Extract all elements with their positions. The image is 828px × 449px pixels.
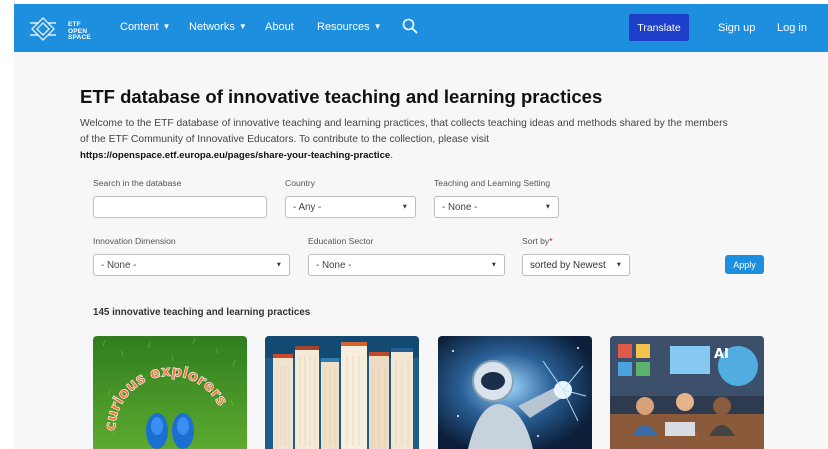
nav-networks[interactable]: Networks ▼ — [189, 21, 247, 33]
etf-open-space-logo[interactable]: ETF OPEN SPACE — [28, 13, 91, 45]
innovation-selected-value: - None - — [101, 259, 137, 271]
nav-about-label: About — [265, 21, 294, 33]
sector-selected-value: - None - — [316, 259, 352, 271]
logo-text: ETF OPEN SPACE — [68, 21, 91, 42]
share-practice-link[interactable]: https://openspace.etf.europa.eu/pages/sh… — [80, 150, 390, 161]
logo-line-space: SPACE — [68, 34, 91, 41]
astronaut-robot-image — [438, 336, 592, 449]
sort-label: Sort by* — [522, 236, 553, 246]
caret-down-icon: ▼ — [238, 22, 247, 31]
innovation-label: Innovation Dimension — [93, 236, 176, 246]
setting-selected-value: - None - — [442, 201, 478, 213]
sector-select[interactable]: - None - ▼ — [308, 254, 505, 276]
translate-button[interactable]: Translate — [629, 14, 689, 41]
left-edge — [0, 0, 15, 449]
page: ETF OPEN SPACE Content ▼ Networks ▼ About … — [0, 0, 828, 449]
search-input[interactable] — [93, 196, 267, 218]
results-count: 145 innovative teaching and learning pra… — [93, 307, 311, 318]
sort-label-text: Sort by — [522, 236, 550, 246]
sector-label: Education Sector — [308, 236, 374, 246]
nav-resources-label: Resources — [317, 21, 370, 33]
country-selected-value: - Any - — [293, 201, 322, 213]
sort-selected-value: sorted by Newest — [530, 259, 606, 271]
country-select[interactable]: - Any - ▼ — [285, 196, 416, 218]
books-image — [265, 336, 419, 449]
top-navigation: ETF OPEN SPACE Content ▼ Networks ▼ About … — [14, 4, 828, 52]
chevron-down-icon: ▼ — [490, 261, 497, 269]
intro-paragraph: Welcome to the ETF database of innovativ… — [80, 116, 732, 164]
country-label: Country — [285, 178, 316, 188]
caret-down-icon: ▼ — [373, 22, 382, 31]
nav-content-label: Content — [120, 21, 159, 33]
signup-link[interactable]: Sign up — [718, 22, 755, 34]
card-image-text: AI — [714, 347, 729, 362]
logo-mark-icon — [30, 17, 56, 41]
search-icon[interactable] — [402, 18, 418, 34]
intro-text: Welcome to the ETF database of innovativ… — [80, 118, 728, 145]
chevron-down-icon: ▼ — [275, 261, 282, 269]
practice-card-astronaut[interactable] — [438, 336, 592, 449]
required-marker: * — [549, 236, 553, 246]
nav-networks-label: Networks — [189, 21, 235, 33]
practice-card-ai[interactable]: AI — [610, 336, 764, 449]
intro-period: . — [390, 150, 394, 161]
nav-content[interactable]: Content ▼ — [120, 21, 170, 33]
practice-card-books[interactable] — [265, 336, 419, 449]
curious-explorers-image: curious explorers — [93, 336, 247, 449]
innovation-select[interactable]: - None - ▼ — [93, 254, 290, 276]
setting-select[interactable]: - None - ▼ — [434, 196, 559, 218]
page-title: ETF database of innovative teaching and … — [80, 86, 603, 107]
ai-classroom-image: AI — [610, 336, 764, 449]
chevron-down-icon: ▼ — [544, 203, 551, 211]
setting-label: Teaching and Learning Setting — [434, 178, 551, 188]
sort-select[interactable]: sorted by Newest ▼ — [522, 254, 630, 276]
search-label: Search in the database — [93, 178, 182, 188]
nav-resources[interactable]: Resources ▼ — [317, 21, 382, 33]
chevron-down-icon: ▼ — [615, 261, 622, 269]
caret-down-icon: ▼ — [162, 22, 171, 31]
practice-card-curious-explorers[interactable]: curious explorers — [93, 336, 247, 449]
chevron-down-icon: ▼ — [401, 203, 408, 211]
apply-button[interactable]: Apply — [725, 255, 764, 274]
login-link[interactable]: Log in — [777, 22, 807, 34]
nav-about[interactable]: About — [265, 21, 294, 33]
